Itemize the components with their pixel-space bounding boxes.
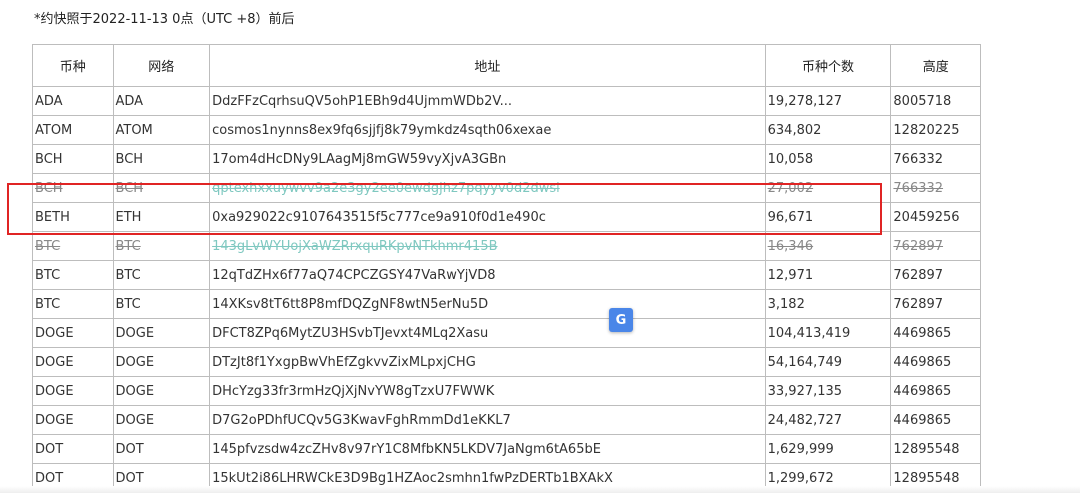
cell-network: DOGE [112,347,211,377]
cell-count: 33,927,135 [764,376,892,406]
cell-coin: ATOM [32,115,114,145]
cell-count: 96,671 [764,202,892,232]
table-row: BTC BTC 12qTdZHx6f77aQ74CPCZGSY47VaRwYjVD8… [32,260,981,290]
reserve-address-table: 币种 网络 地址 币种个数 高度 ADA ADA DdzFFzCqrhsuQV5oh… [32,44,981,493]
cell-count: 3,182 [764,289,892,319]
bottom-edge [0,486,1080,493]
cell-network: BCH [112,144,211,174]
cell-network: DOT [112,434,211,464]
cell-network: BTC [112,260,211,290]
cell-count: 12,971 [764,260,892,290]
table-row: DOT DOT 145pfvzsdw4zcZHv8v97rY1C8MfbKN5LKD… [32,434,981,464]
cell-height: 762897 [890,260,981,290]
google-translate-icon[interactable]: G [609,308,633,332]
header-address: 地址 [209,44,766,87]
cell-height: 766332 [890,173,981,203]
table-row: DOGE DOGE D7G2oPDhfUCQv5G3KwavFghRmmDd1eKK… [32,405,981,435]
cell-network: DOGE [112,318,211,348]
cell-coin: DOGE [32,318,114,348]
cell-count: 16,346 [764,231,892,261]
table-row: BTC BTC 143gLvWYUojXaWZRrxquRKpvNTkhmr415B… [32,231,981,261]
cell-address-link[interactable]: DHcYzg33fr3rmHzQjXjNvYW8gTzxU7FWWK [209,376,766,406]
table-row: DOGE DOGE DTzJt8f1YxgpBwVhEfZgkvvZixMLpxjC… [32,347,981,377]
header-coin: 币种 [32,44,114,87]
cell-network: BTC [112,289,211,319]
cell-coin: DOGE [32,376,114,406]
cell-address-link[interactable]: 17om4dHcDNy9LAagMj8mGW59vyXjvA3GBn [209,144,766,174]
cell-count: 54,164,749 [764,347,892,377]
table-row: BCH BCH 17om4dHcDNy9LAagMj8mGW59vyXjvA3GBn… [32,144,981,174]
cell-height: 12820225 [890,115,981,145]
header-count: 币种个数 [764,44,892,87]
cell-coin: BTC [32,260,114,290]
table-row: ADA ADA DdzFFzCqrhsuQV5ohP1EBh9d4UjmmWDb2V… [32,86,981,116]
cell-address-link[interactable]: DFCT8ZPq6MytZU3HSvbTJevxt4MLq2Xasu [209,318,766,348]
table-row: DOGE DOGE DFCT8ZPq6MytZU3HSvbTJevxt4MLq2Xa… [32,318,981,348]
cell-coin: DOGE [32,405,114,435]
cell-coin: BCH [32,173,114,203]
cell-coin: BCH [32,144,114,174]
cell-coin: DOGE [32,347,114,377]
cell-height: 4469865 [890,347,981,377]
cell-address-link[interactable]: 14XKsv8tT6tt8P8mfDQZgNF8wtN5erNu5D [209,289,766,319]
snapshot-note: *约快照于2022-11-13 0点（UTC +8）前后 [34,12,295,27]
cell-height: 20459256 [890,202,981,232]
table-row: DOGE DOGE DHcYzg33fr3rmHzQjXjNvYW8gTzxU7FW… [32,376,981,406]
cell-height: 762897 [890,289,981,319]
cell-address-link[interactable]: 12qTdZHx6f77aQ74CPCZGSY47VaRwYjVD8 [209,260,766,290]
cell-address-link[interactable]: DdzFFzCqrhsuQV5ohP1EBh9d4UjmmWDb2V... [209,86,766,116]
cell-coin: ADA [32,86,114,116]
cell-network: DOGE [112,376,211,406]
cell-height: 8005718 [890,86,981,116]
cell-address-link[interactable]: 145pfvzsdw4zcZHv8v97rY1C8MfbKN5LKDV7JaNg… [209,434,766,464]
table-row: BTC BTC 14XKsv8tT6tt8P8mfDQZgNF8wtN5erNu5D… [32,289,981,319]
cell-network: BCH [112,173,211,203]
table-row: BCH BCH qptexhxxuywvv9a2e3gy2ee0ewdgjhz7pq… [32,173,981,203]
cell-network: ETH [112,202,211,232]
cell-network: DOGE [112,405,211,435]
cell-coin: DOT [32,434,114,464]
cell-count: 27,002 [764,173,892,203]
cell-coin: BETH [32,202,114,232]
header-height: 高度 [890,44,981,87]
cell-address-link[interactable]: D7G2oPDhfUCQv5G3KwavFghRmmDd1eKKL7 [209,405,766,435]
cell-count: 104,413,419 [764,318,892,348]
table-row: ATOM ATOM cosmos1nynns8ex9fq6sjjfj8k79ymkd… [32,115,981,145]
cell-height: 4469865 [890,376,981,406]
cell-address-link[interactable]: qptexhxxuywvv9a2e3gy2ee0ewdgjhz7pqyyv0d2… [209,173,766,203]
cell-height: 766332 [890,144,981,174]
cell-height: 4469865 [890,318,981,348]
cell-address-link[interactable]: 143gLvWYUojXaWZRrxquRKpvNTkhmr415B [209,231,766,261]
cell-count: 19,278,127 [764,86,892,116]
cell-address-link[interactable]: 0xa929022c9107643515f5c777ce9a910f0d1e49… [209,202,766,232]
cell-count: 634,802 [764,115,892,145]
cell-count: 10,058 [764,144,892,174]
cell-address-link[interactable]: cosmos1nynns8ex9fq6sjjfj8k79ymkdz4sqth06… [209,115,766,145]
table-row: BETH ETH 0xa929022c9107643515f5c777ce9a910… [32,202,981,232]
cell-coin: BTC [32,289,114,319]
cell-network: ADA [112,86,211,116]
cell-network: BTC [112,231,211,261]
cell-coin: BTC [32,231,114,261]
cell-count: 24,482,727 [764,405,892,435]
cell-address-link[interactable]: DTzJt8f1YxgpBwVhEfZgkvvZixMLpxjCHG [209,347,766,377]
header-network: 网络 [112,44,211,87]
cell-height: 4469865 [890,405,981,435]
cell-network: ATOM [112,115,211,145]
cell-height: 762897 [890,231,981,261]
cell-count: 1,629,999 [764,434,892,464]
table-header-row: 币种 网络 地址 币种个数 高度 [32,44,981,87]
cell-height: 12895548 [890,434,981,464]
